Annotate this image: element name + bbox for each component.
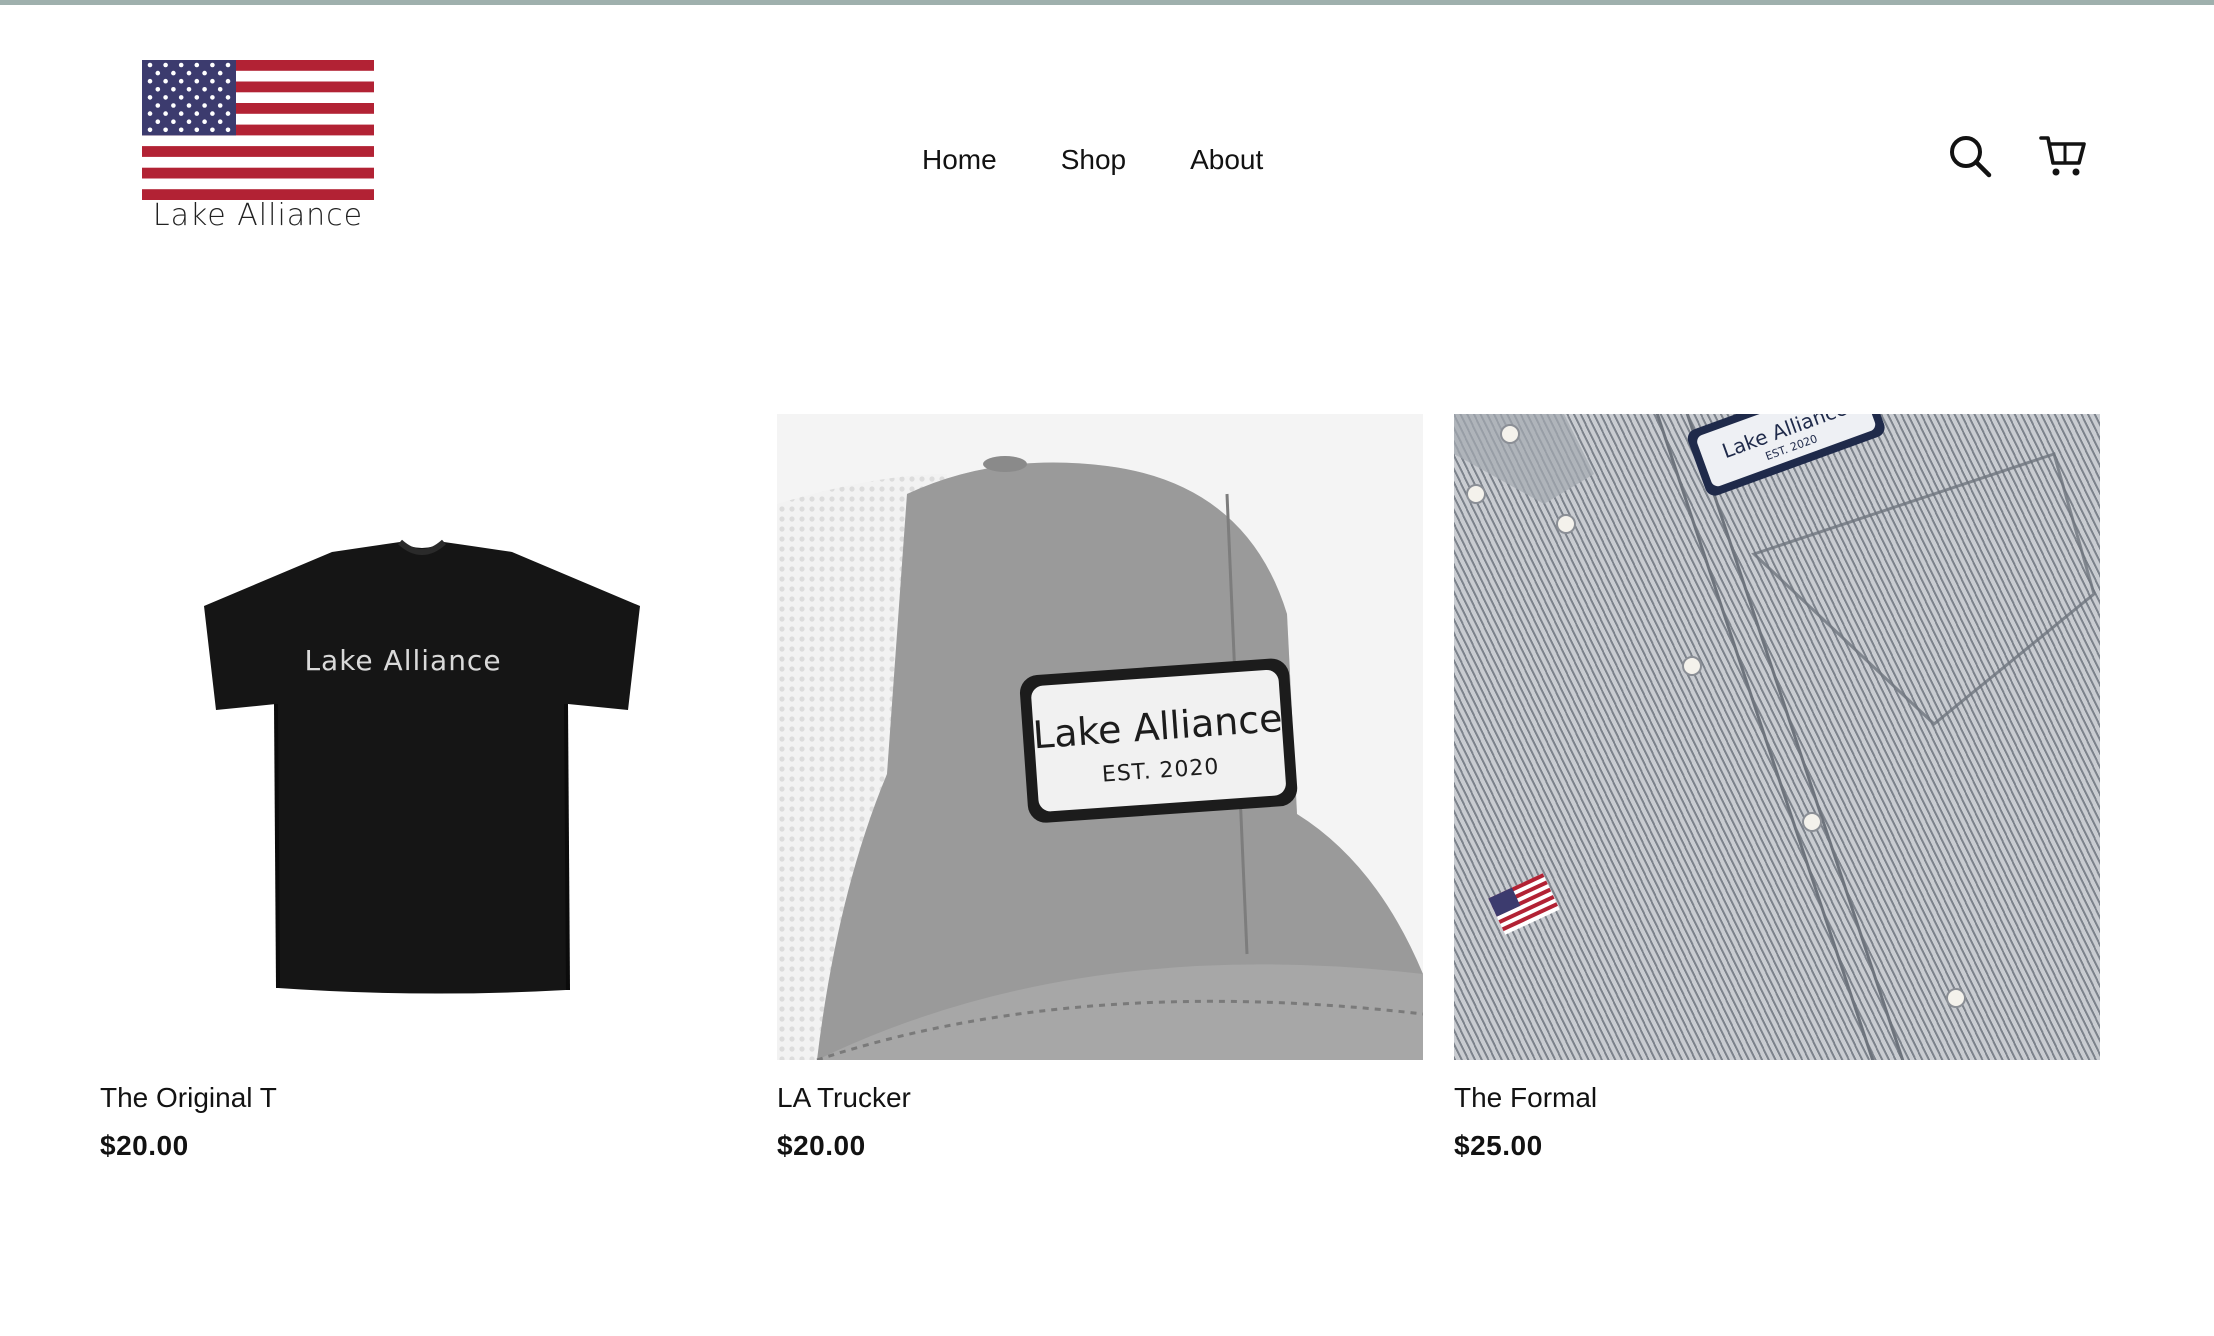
top-border [0, 0, 2214, 5]
nav-shop[interactable]: Shop [1061, 140, 1126, 180]
brand-logo[interactable]: Lake Alliance [142, 60, 374, 236]
product-card[interactable]: Lake Alliance EST. 2020 LA Trucker $20.0… [777, 414, 1423, 1164]
us-flag-icon [142, 60, 374, 200]
trucker-hat-image[interactable]: Lake Alliance EST. 2020 [777, 414, 1423, 1060]
main-nav: Home Shop About [922, 140, 1263, 180]
black-tshirt-image[interactable]: Lake Alliance [100, 414, 746, 1060]
product-price: $25.00 [1454, 1130, 1543, 1161]
product-price: $20.00 [777, 1130, 866, 1161]
product-card[interactable]: Lake Alliance EST. 2020 The Formal $25.0… [1454, 414, 2100, 1164]
brand-name: Lake Alliance [152, 198, 364, 233]
striped-shirt-image[interactable]: Lake Alliance EST. 2020 [1454, 414, 2100, 1060]
product-title[interactable]: The Original T [100, 1080, 746, 1116]
search-icon [1950, 136, 1992, 178]
cart-icon [2039, 136, 2086, 176]
nav-home[interactable]: Home [922, 140, 997, 180]
nav-about[interactable]: About [1190, 140, 1263, 180]
tee-print-text: Lake Alliance [304, 644, 501, 677]
cart-button[interactable] [2036, 128, 2092, 184]
search-button[interactable] [1942, 128, 1998, 184]
product-title[interactable]: LA Trucker [777, 1080, 1423, 1116]
product-price: $20.00 [100, 1130, 189, 1161]
product-title[interactable]: The Formal [1454, 1080, 2100, 1116]
product-card[interactable]: Lake Alliance The Original T $20.00 [100, 414, 746, 1164]
